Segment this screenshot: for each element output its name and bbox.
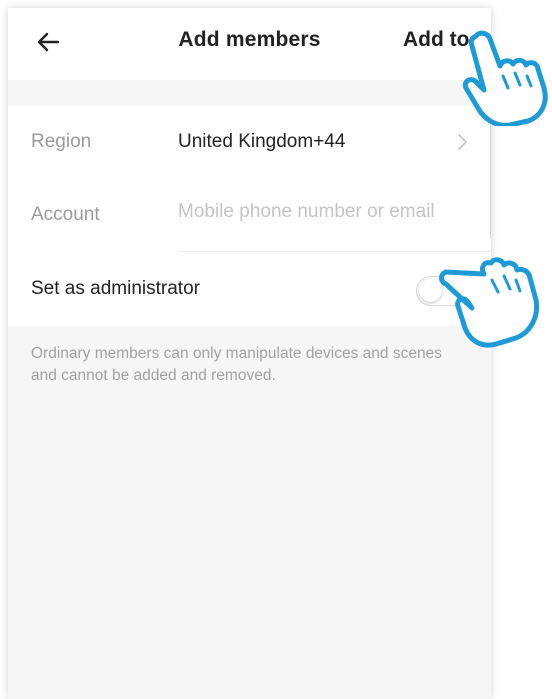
divider [178, 251, 491, 252]
member-form: Region United Kingdom+44 Account Set as … [8, 106, 491, 326]
region-label: Region [31, 131, 92, 152]
administrator-label: Set as administrator [31, 278, 200, 299]
phone-screen: Add members Add to Region United Kingdom… [8, 8, 491, 699]
pointing-hand-icon [462, 30, 548, 126]
scroll-edge [490, 108, 491, 238]
pointing-hand-icon [439, 257, 540, 348]
top-bar: Add members Add to [8, 8, 491, 80]
account-label: Account [31, 204, 100, 225]
account-row: Account [8, 179, 491, 252]
region-row[interactable]: Region United Kingdom+44 [8, 106, 491, 179]
chevron-right-icon [458, 134, 467, 150]
account-input[interactable] [178, 201, 478, 223]
region-value: United Kingdom+44 [178, 131, 346, 152]
member-permission-hint: Ordinary members can only manipulate dev… [31, 345, 442, 384]
